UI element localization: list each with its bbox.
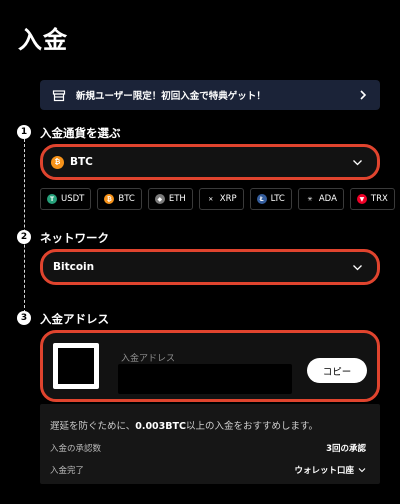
ada-icon: ✳ <box>304 194 315 204</box>
copy-button[interactable]: コピー <box>307 358 367 383</box>
chip-label: TRX <box>370 194 388 204</box>
chip-label: BTC <box>118 194 135 204</box>
ltc-icon: Ł <box>256 194 267 204</box>
chip-btc[interactable]: ₿ BTC <box>97 188 142 210</box>
deposit-destination-value: ウォレット口座 <box>294 466 354 476</box>
promo-text: 新規ユーザー限定！初回入金で特典ゲット！ <box>76 91 266 102</box>
chevron-down-icon <box>358 468 366 473</box>
qr-code <box>53 343 99 389</box>
chevron-down-icon <box>353 264 362 270</box>
step-timeline <box>24 134 25 318</box>
chevron-right-icon <box>360 90 367 100</box>
network-select[interactable]: Bitcoin <box>40 249 380 285</box>
page-title: 入金 <box>18 26 68 54</box>
deposit-info-panel: 遅延を防ぐために、0.003BTC以上の入金をおすすめします。 入金の承認数 3… <box>40 404 380 484</box>
address-label: 入金アドレス <box>121 354 176 364</box>
min-deposit-warning: 遅延を防ぐために、0.003BTC以上の入金をおすすめします。 <box>50 421 319 432</box>
currency-chip-list: T USDT ₿ BTC ◆ ETH ✕ XRP Ł LTC ✳ ADA ▼ T… <box>40 188 395 210</box>
eth-icon: ◆ <box>154 194 165 204</box>
confirmations-value: 3回の承認 <box>326 444 366 454</box>
gift-box-icon <box>52 90 66 102</box>
chip-label: LTC <box>270 194 285 204</box>
step-number-1: 1 <box>17 125 31 139</box>
address-value-field[interactable] <box>118 364 292 394</box>
chip-label: ETH <box>168 194 186 204</box>
chip-ltc[interactable]: Ł LTC <box>249 188 292 210</box>
chip-trx[interactable]: ▼ TRX <box>349 188 395 210</box>
chip-label: ADA <box>318 194 337 204</box>
chip-ada[interactable]: ✳ ADA <box>297 188 344 210</box>
chip-label: XRP <box>219 194 237 204</box>
btc-icon: ₿ <box>104 194 115 204</box>
currency-select-value: BTC <box>70 156 93 168</box>
chip-eth[interactable]: ◆ ETH <box>147 188 193 210</box>
chip-usdt[interactable]: T USDT <box>40 188 92 210</box>
promo-banner[interactable]: 新規ユーザー限定！初回入金で特典ゲット！ <box>40 80 380 110</box>
chevron-down-icon <box>353 159 362 165</box>
usdt-icon: T <box>47 194 57 204</box>
step-label-currency: 入金通貨を選ぶ <box>40 126 121 140</box>
step-number-2: 2 <box>17 230 31 244</box>
step-number-3: 3 <box>17 311 31 325</box>
chip-label: USDT <box>61 194 85 204</box>
xrp-icon: ✕ <box>205 194 216 204</box>
step-label-address: 入金アドレス <box>40 312 109 326</box>
deposit-complete-label: 入金完了 <box>50 466 85 476</box>
deposit-destination-select[interactable]: ウォレット口座 <box>294 464 366 476</box>
step-label-network: ネットワーク <box>40 231 109 245</box>
confirmations-label: 入金の承認数 <box>50 444 102 454</box>
chip-xrp[interactable]: ✕ XRP <box>198 188 244 210</box>
currency-select[interactable]: ₿ BTC <box>40 144 380 180</box>
trx-icon: ▼ <box>356 194 367 204</box>
network-select-value: Bitcoin <box>53 261 95 273</box>
deposit-address-card: 入金アドレス コピー <box>40 330 380 402</box>
btc-coin-icon: ₿ <box>51 155 64 169</box>
